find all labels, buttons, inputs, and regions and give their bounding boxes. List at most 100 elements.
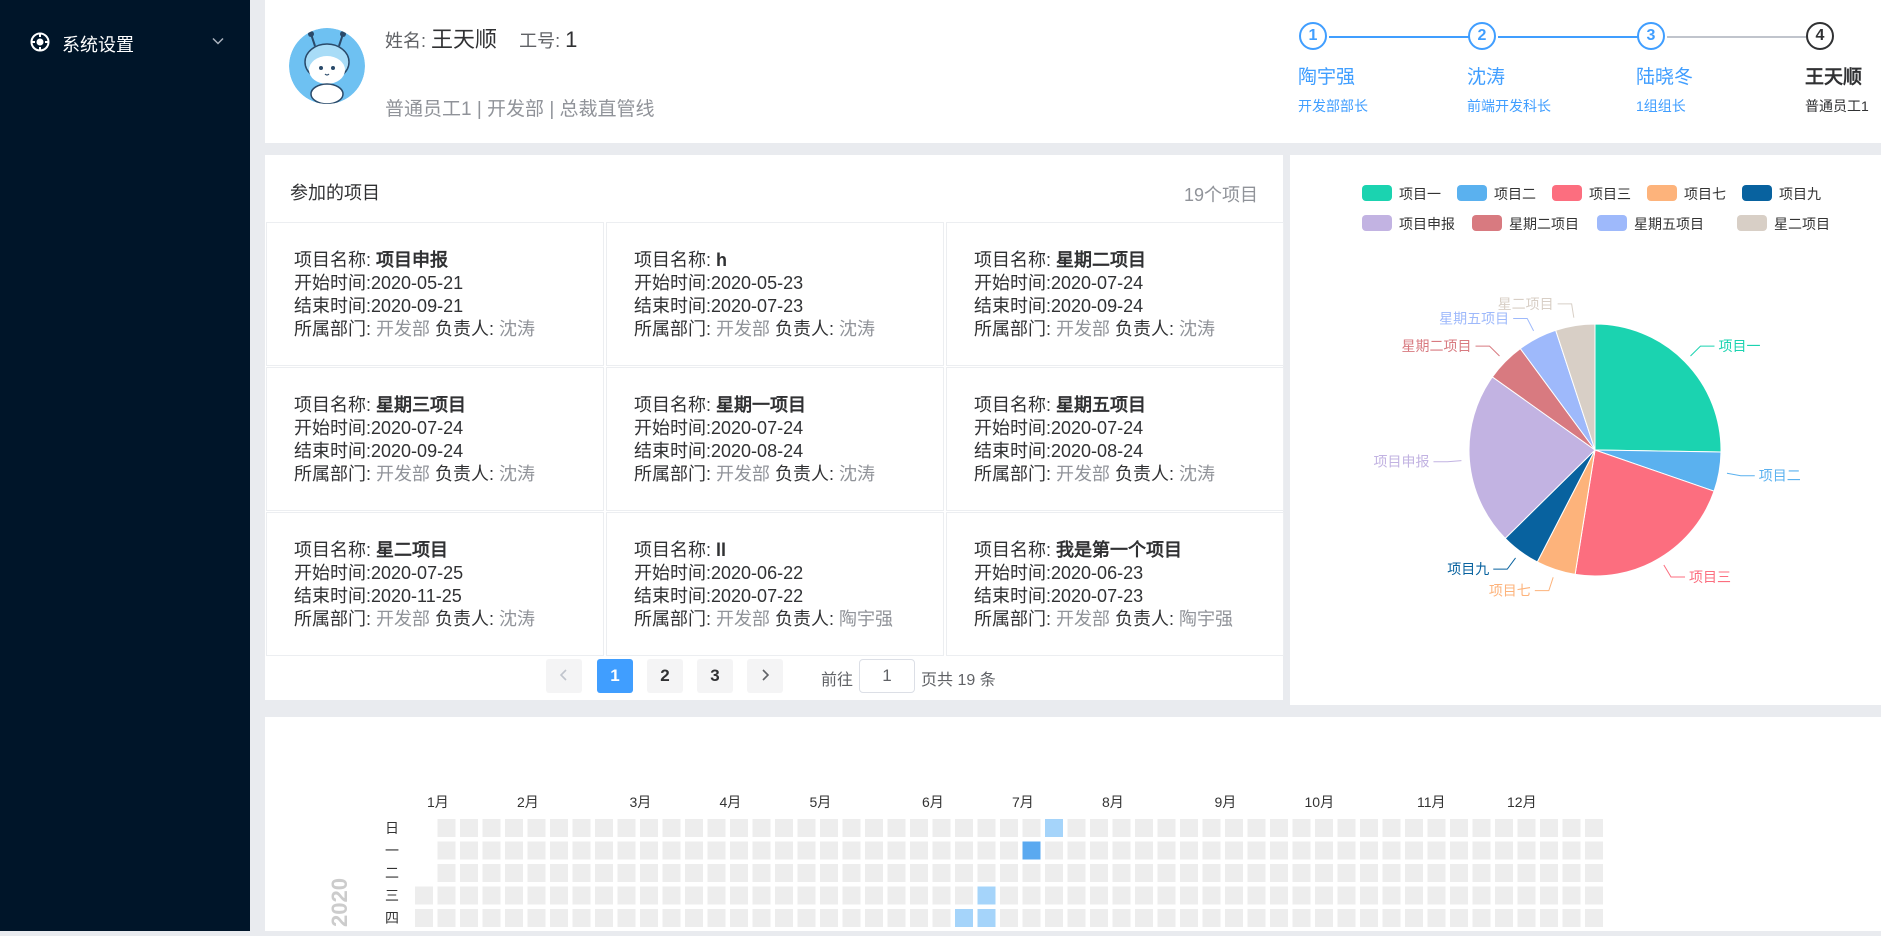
heatmap-day-cell[interactable] [1315,841,1333,860]
heatmap-day-cell[interactable] [1540,909,1558,927]
heatmap-day-cell[interactable] [910,819,928,837]
heatmap-day-cell[interactable] [1157,841,1176,860]
heatmap-day-cell[interactable] [1090,819,1108,837]
heatmap-day-cell[interactable] [1472,864,1491,882]
heatmap-day-cell[interactable] [1292,886,1311,905]
heatmap-day-cell[interactable] [1360,864,1378,882]
project-card[interactable]: 项目名称: 我是第一个项目 开始时间:2020-06-23 结束时间:2020-07… [947,513,1283,655]
heatmap-day-cell[interactable] [1067,864,1086,882]
heatmap-day-cell[interactable] [1225,886,1243,905]
heatmap-day-cell[interactable] [1495,886,1513,905]
heatmap-day-cell[interactable] [1495,819,1513,837]
goto-page-input[interactable] [859,659,915,693]
heatmap-day-cell[interactable] [572,909,591,927]
heatmap-day-cell[interactable] [955,909,973,927]
heatmap-day-cell[interactable] [415,909,433,927]
heatmap-day-cell[interactable] [505,909,523,927]
heatmap-day-cell[interactable] [1157,819,1176,837]
heatmap-day-cell[interactable] [640,886,658,905]
heatmap-day-cell[interactable] [1450,909,1468,927]
heatmap-day-cell[interactable] [1517,864,1536,882]
heatmap-day-cell[interactable] [1067,909,1086,927]
heatmap-day-cell[interactable] [1360,841,1378,860]
heatmap-day-cell[interactable] [1382,819,1401,837]
heatmap-day-cell[interactable] [865,909,883,927]
heatmap-day-cell[interactable] [1090,909,1108,927]
heatmap-day-cell[interactable] [1517,886,1536,905]
heatmap-day-cell[interactable] [797,886,816,905]
heatmap-day-cell[interactable] [1135,886,1153,905]
heatmap-day-cell[interactable] [1067,886,1086,905]
heatmap-day-cell[interactable] [707,864,726,882]
heatmap-day-cell[interactable] [842,886,861,905]
heatmap-day-cell[interactable] [1405,819,1423,837]
project-card[interactable]: 项目名称: 星期五项目 开始时间:2020-07-24 结束时间:2020-08-2… [947,368,1283,510]
heatmap-day-cell[interactable] [482,864,501,882]
heatmap-day-cell[interactable] [1472,841,1491,860]
heatmap-day-cell[interactable] [595,886,613,905]
heatmap-day-cell[interactable] [865,864,883,882]
heatmap-day-cell[interactable] [1270,886,1288,905]
heatmap-day-cell[interactable] [1202,864,1221,882]
heatmap-day-cell[interactable] [1292,841,1311,860]
heatmap-day-cell[interactable] [730,886,748,905]
heatmap-day-cell[interactable] [752,886,771,905]
heatmap-day-cell[interactable] [1472,886,1491,905]
heatmap-day-cell[interactable] [775,819,793,837]
heatmap-day-cell[interactable] [1292,909,1311,927]
heatmap-day-cell[interactable] [1247,864,1266,882]
heatmap-day-cell[interactable] [1562,841,1581,860]
heatmap-day-cell[interactable] [1405,841,1423,860]
heatmap-day-cell[interactable] [1247,886,1266,905]
heatmap-day-cell[interactable] [527,841,546,860]
heatmap-day-cell[interactable] [617,841,636,860]
heatmap-day-cell[interactable] [1315,819,1333,837]
menu-system-settings[interactable]: 系统设置 [0,22,250,62]
pie-slice[interactable] [1594,323,1722,453]
heatmap-day-cell[interactable] [707,841,726,860]
heatmap-day-cell[interactable] [1427,819,1446,837]
heatmap-day-cell[interactable] [955,886,973,905]
heatmap-day-cell[interactable] [910,886,928,905]
heatmap-day-cell[interactable] [460,864,478,882]
heatmap-day-cell[interactable] [1112,886,1131,905]
project-card[interactable]: 项目名称: h 开始时间:2020-05-23 结束时间:2020-07-23 所属部… [607,223,943,365]
heatmap-day-cell[interactable] [482,841,501,860]
heatmap-day-cell[interactable] [437,886,456,905]
heatmap-day-cell[interactable] [1180,841,1198,860]
heatmap-day-cell[interactable] [1112,819,1131,837]
heatmap-day-cell[interactable] [1337,841,1356,860]
heatmap-day-cell[interactable] [1000,841,1018,860]
heatmap-day-cell[interactable] [865,886,883,905]
heatmap-day-cell[interactable] [617,864,636,882]
heatmap-day-cell[interactable] [550,819,568,837]
heatmap-day-cell[interactable] [1112,841,1131,860]
heatmap-day-cell[interactable] [1315,909,1333,927]
heatmap-day-cell[interactable] [1135,841,1153,860]
heatmap-day-cell[interactable] [1202,909,1221,927]
heatmap-day-cell[interactable] [617,819,636,837]
heatmap-day-cell[interactable] [1247,841,1266,860]
heatmap-day-cell[interactable] [1292,819,1311,837]
heatmap-day-cell[interactable] [640,819,658,837]
heatmap-day-cell[interactable] [1360,886,1378,905]
heatmap-day-cell[interactable] [572,864,591,882]
heatmap-day-cell[interactable] [887,886,906,905]
heatmap-day-cell[interactable] [1180,886,1198,905]
heatmap-day-cell[interactable] [640,841,658,860]
heatmap-day-cell[interactable] [752,819,771,837]
heatmap-day-cell[interactable] [550,841,568,860]
heatmap-day-cell[interactable] [1427,864,1446,882]
heatmap-day-cell[interactable] [595,864,613,882]
heatmap-day-cell[interactable] [460,886,478,905]
heatmap-day-cell[interactable] [820,909,838,927]
heatmap-day-cell[interactable] [1225,819,1243,837]
heatmap-day-cell[interactable] [887,909,906,927]
heatmap-day-cell[interactable] [1517,909,1536,927]
heatmap-day-cell[interactable] [1585,909,1603,927]
project-card[interactable]: 项目名称: 星二项目 开始时间:2020-07-25 结束时间:2020-11-25… [267,513,603,655]
heatmap-day-cell[interactable] [1000,886,1018,905]
heatmap-day-cell[interactable] [1202,819,1221,837]
heatmap-day-cell[interactable] [752,909,771,927]
heatmap-day-cell[interactable] [662,819,681,837]
